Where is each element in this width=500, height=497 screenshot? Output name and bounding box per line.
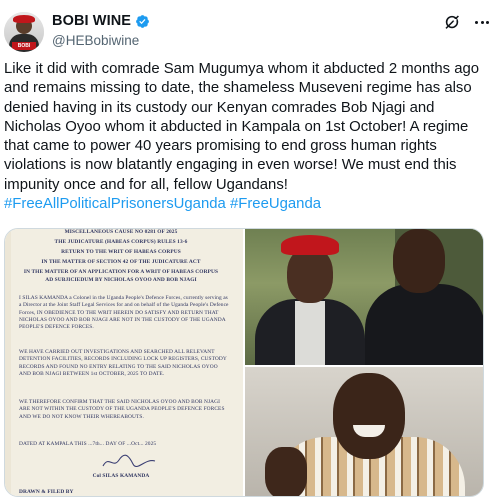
media-grid[interactable]: MISCELLANEOUS CAUSE NO 0281 OF 2025 THE …	[4, 228, 484, 497]
photo-two-men[interactable]	[245, 229, 483, 365]
doc-dated: DATED AT KAMPALA THIS ...7th... DAY OF .…	[19, 441, 157, 447]
person-right-face	[393, 229, 445, 293]
tweet-line: impunity once and for all, fellow Uganda…	[4, 176, 288, 193]
person-hand	[265, 447, 307, 496]
author-avatar[interactable]: BOBI	[4, 12, 44, 52]
doc-signatory: Col SILAS KAMANDA	[92, 473, 150, 479]
hashtag-line: #FreeAllPoliticalPrisonersUganda #FreeUg…	[4, 195, 496, 214]
tweet-line: that came to power 40 years promising to…	[4, 138, 437, 155]
doc-heading: THE JUDICATURE (HABEAS CORPUS) RULES 13-…	[54, 239, 188, 245]
signature-scribble	[102, 454, 156, 468]
doc-paragraph: WE THEREFORE CONFIRM THAT THE SAID NICHO…	[19, 399, 225, 420]
person-right-jacket	[365, 284, 483, 365]
hashtag-link[interactable]: #FreeAllPoliticalPrisonersUganda	[4, 196, 226, 212]
avatar-badge: BOBI	[12, 42, 36, 50]
author-display-name[interactable]: BOBI WINE	[52, 13, 131, 29]
tweet-line: Like it did with comrade Sam Mugumya who…	[4, 61, 480, 77]
verified-badge-icon	[136, 14, 149, 28]
court-document-image[interactable]: MISCELLANEOUS CAUSE NO 0281 OF 2025 THE …	[5, 229, 243, 496]
doc-heading: RETURN TO THE WRIT OF HABEAS CORPUS	[61, 249, 181, 255]
doc-paragraph: WE HAVE CARRIED OUT INVESTIGATIONS AND S…	[19, 349, 227, 377]
doc-paragraph: I SILAS KAMANDA a Colonel in the Uganda …	[19, 295, 229, 331]
more-dot	[475, 20, 478, 24]
person-face	[333, 373, 405, 459]
hashtag-link[interactable]: #FreeUganda	[230, 196, 321, 212]
tweet-card[interactable]: BOBI BOBI WINE @HEBobiwine Like it did w…	[0, 0, 500, 497]
photo-man-checkered-shirt[interactable]	[245, 367, 483, 496]
person-left-beret	[281, 235, 339, 255]
avatar-beret	[13, 15, 35, 23]
person-left-shirt	[295, 301, 325, 365]
doc-heading: AD SUBJICIEDUM BY NICHOLAS OYOO AND BOB …	[45, 277, 197, 283]
tweet-line: Nicholas Oyoo whom it abducted in Kampal…	[4, 118, 469, 135]
tweet-line: violations is now blatantly engaging in …	[4, 157, 457, 174]
tweet-line: and remains missing to date, the shamele…	[4, 80, 472, 97]
doc-drawn-by: DRAWN & FILED BY	[19, 489, 74, 495]
doc-heading: IN THE MATTER OF SECTION 42 OF THE JUDIC…	[41, 259, 201, 265]
more-dot	[486, 20, 489, 24]
more-options-icon[interactable]	[472, 13, 492, 31]
tweet-line: denied having in its custody our Kenyan …	[4, 99, 435, 116]
person-left-face	[287, 247, 333, 303]
grok-icon[interactable]	[443, 13, 461, 31]
doc-heading: IN THE MATTER OF AN APPLICATION FOR A WR…	[23, 269, 219, 275]
doc-heading: MISCELLANEOUS CAUSE NO 0281 OF 2025	[64, 229, 178, 235]
author-name-row[interactable]: BOBI WINE	[52, 13, 150, 29]
tweet-body: Like it did with comrade Sam Mugumya who…	[4, 60, 496, 214]
author-handle[interactable]: @HEBobiwine	[52, 33, 139, 48]
more-dot	[480, 20, 484, 24]
